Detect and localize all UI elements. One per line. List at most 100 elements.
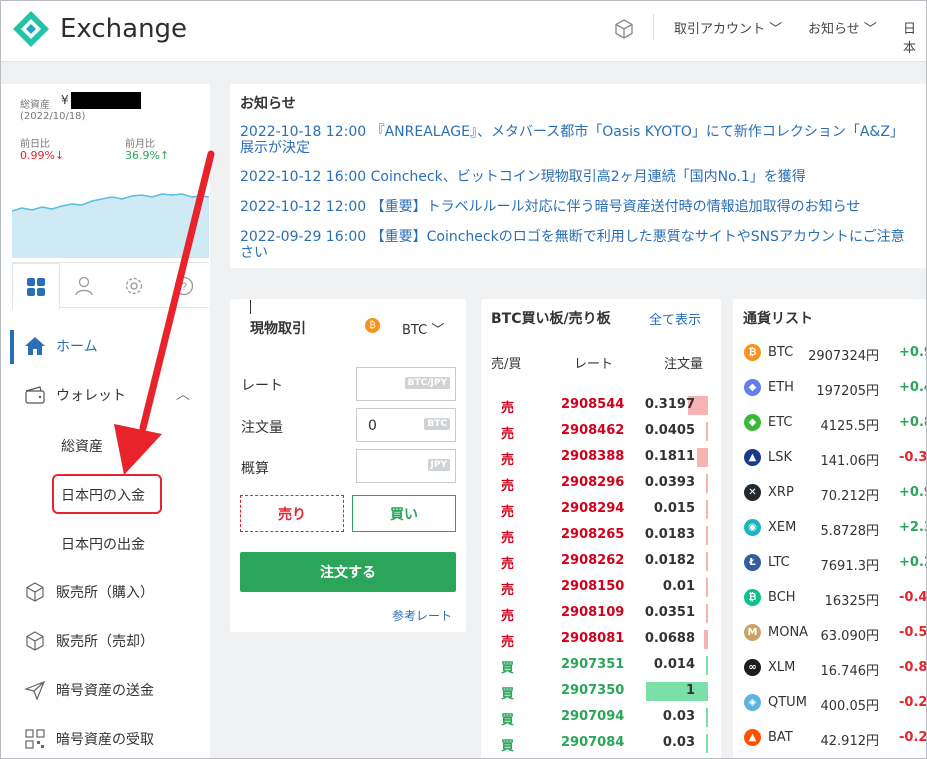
side-label: 買 bbox=[501, 661, 515, 676]
orderbook-row[interactable]: 売 2908265 0.0183 bbox=[481, 525, 721, 547]
coin-price: 42.912円 bbox=[820, 734, 880, 749]
coin-price: 16325円 bbox=[824, 594, 879, 609]
orderbook-row[interactable]: 売 2908262 0.0182 bbox=[481, 551, 721, 573]
rate-value: 2908262 bbox=[561, 553, 625, 568]
coin-price: 400.05円 bbox=[820, 699, 880, 714]
coin-change: +0.87 bbox=[899, 415, 927, 430]
show-all-link[interactable]: 全て表示 bbox=[649, 309, 701, 328]
orderbook-row[interactable]: 買 2907094 0.03 bbox=[481, 707, 721, 729]
coin-price: 197205円 bbox=[816, 384, 879, 399]
coin-row[interactable]: ₿ BCH 16325円 -0.49 bbox=[733, 583, 927, 613]
news-item[interactable]: 2022-09-29 16:00 【重要】Coincheckのロゴを無断で利用し… bbox=[240, 229, 905, 261]
coin-symbol: ETC bbox=[768, 415, 793, 430]
bch-icon: ₿ bbox=[744, 589, 761, 606]
col-qty: 注文量 bbox=[664, 357, 704, 372]
send-icon bbox=[24, 680, 46, 700]
tab-dashboard[interactable] bbox=[12, 263, 60, 310]
coin-symbol: ETH bbox=[768, 380, 794, 395]
coin-row[interactable]: ✕ XRP 70.212円 +0.97 bbox=[733, 478, 927, 508]
depth-bar bbox=[706, 604, 708, 623]
ltc-icon: Ł bbox=[744, 554, 761, 571]
tab-settings[interactable] bbox=[110, 263, 158, 309]
unit-badge: BTC/JPY bbox=[404, 377, 450, 389]
sidebar-item-crypto-receive[interactable]: 暗号資産の受取 bbox=[24, 729, 154, 749]
nav-divider bbox=[653, 14, 654, 40]
coin-list-title: 通貨リスト bbox=[743, 311, 813, 327]
news-item[interactable]: 2022-10-18 12:00 『ANREALAGE』、メタバース都市「Oas… bbox=[240, 124, 904, 156]
news-item[interactable]: 2022-10-12 12:00 【重要】トラベルルール対応に伴う暗号資産送付時… bbox=[240, 199, 860, 215]
sidebar-item-crypto-send[interactable]: 暗号資産の送金 bbox=[24, 680, 154, 700]
orderbook-row[interactable]: 売 2908109 0.0351 bbox=[481, 603, 721, 625]
coincheck-logo-icon[interactable] bbox=[12, 10, 50, 48]
coin-row[interactable]: ◈ QTUM 400.05円 -0.29 bbox=[733, 688, 927, 718]
tab-account[interactable] bbox=[60, 263, 108, 309]
cube-icon[interactable] bbox=[613, 18, 635, 40]
help-icon: ? bbox=[174, 276, 194, 296]
coin-row[interactable]: ₿ BTC 2907324円 +0.98 bbox=[733, 338, 927, 368]
chevron-down-icon: ﹀ bbox=[431, 323, 445, 338]
depth-bar bbox=[706, 422, 708, 441]
sidebar-item-total-assets[interactable]: 総資産 bbox=[61, 436, 103, 456]
chevron-up-icon[interactable]: ︿ bbox=[176, 384, 190, 404]
coin-symbol: BAT bbox=[768, 730, 793, 745]
orderbook-row[interactable]: 買 2907084 0.03 bbox=[481, 733, 721, 755]
orderbook-row[interactable]: 買 2907350 1 bbox=[481, 681, 721, 703]
coin-row[interactable]: ◉ XEM 5.8728円 +2.39 bbox=[733, 513, 927, 543]
orderbook-row[interactable]: 売 2908296 0.0393 bbox=[481, 473, 721, 495]
nav-language[interactable]: 日本 bbox=[903, 18, 927, 56]
reference-rate-link[interactable]: 参考レート bbox=[392, 607, 452, 624]
coin-row[interactable]: ▲ BAT 42.912円 -0.21 bbox=[733, 723, 927, 753]
sidebar-item-home[interactable]: ホーム bbox=[24, 336, 98, 356]
grid-icon bbox=[27, 277, 45, 296]
orderbook-row[interactable]: 買 2907351 0.014 bbox=[481, 655, 721, 677]
coin-row[interactable]: M MONA 63.090円 -0.55 bbox=[733, 618, 927, 648]
orderbook-row[interactable]: 売 2908081 0.0688 bbox=[481, 629, 721, 651]
eth-icon: ◆ bbox=[744, 379, 761, 396]
estimate-input[interactable]: JPY bbox=[356, 449, 456, 483]
buy-button[interactable]: 買い bbox=[352, 495, 456, 532]
qty-value: 1 bbox=[685, 683, 695, 698]
coin-symbol: XRP bbox=[768, 485, 794, 500]
coin-row[interactable]: ◆ ETH 197205円 +0.46 bbox=[733, 373, 927, 403]
rate-value: 2908388 bbox=[561, 449, 625, 464]
unit-badge: JPY bbox=[427, 459, 450, 471]
nav-trading-account[interactable]: 取引アカウント ﹀ bbox=[674, 18, 782, 37]
wallet-icon bbox=[25, 386, 45, 404]
pair-select[interactable]: BTC ﹀ bbox=[402, 319, 444, 338]
sidebar-item-jpy-withdraw[interactable]: 日本円の出金 bbox=[61, 534, 145, 554]
orderbook-row[interactable]: 売 2908544 0.3197 bbox=[481, 395, 721, 417]
place-order-button[interactable]: 注文する bbox=[240, 552, 456, 592]
nav-news[interactable]: お知らせ ﹀ bbox=[808, 18, 877, 37]
side-label: 買 bbox=[501, 739, 515, 754]
coin-change: -0.21 bbox=[899, 730, 927, 745]
coin-symbol: BTC bbox=[768, 345, 794, 360]
qty-value: 0.03 bbox=[662, 709, 695, 724]
depth-bar bbox=[646, 682, 708, 701]
qty-value: 0.0393 bbox=[644, 475, 695, 490]
btc-icon: ₿ bbox=[744, 344, 761, 361]
rate-input[interactable]: BTC/JPY bbox=[356, 367, 456, 401]
side-label: 売 bbox=[501, 609, 515, 624]
trade-title: 現物取引 bbox=[250, 321, 306, 337]
orderbook-row[interactable]: 売 2908388 0.1811 bbox=[481, 447, 721, 469]
coin-row[interactable]: ▲ LSK 141.06円 -0.31 bbox=[733, 443, 927, 473]
sidebar-item-store-buy[interactable]: 販売所（購入） bbox=[24, 582, 154, 602]
active-indicator bbox=[10, 330, 14, 364]
day-change-label: 前日比 bbox=[20, 139, 50, 150]
orderbook-row[interactable]: 売 2908150 0.01 bbox=[481, 577, 721, 599]
coin-row[interactable]: ◆ ETC 4125.5円 +0.87 bbox=[733, 408, 927, 438]
amount-input[interactable]: 0 BTC bbox=[356, 408, 456, 442]
coin-row[interactable]: ∞ XLM 16.746円 -0.88 bbox=[733, 653, 927, 683]
sidebar-item-store-sell[interactable]: 販売所（売却） bbox=[24, 631, 154, 651]
cube-icon bbox=[26, 582, 44, 602]
assets-value-redacted bbox=[71, 92, 141, 109]
bat-icon: ▲ bbox=[744, 729, 761, 746]
sidebar-item-wallet[interactable]: ウォレット bbox=[24, 385, 126, 405]
orderbook-row[interactable]: 売 2908294 0.015 bbox=[481, 499, 721, 521]
coin-row[interactable]: Ł LTC 7691.3円 +0.27 bbox=[733, 548, 927, 578]
qty-value: 0.014 bbox=[653, 657, 695, 672]
tab-help[interactable]: ? bbox=[160, 263, 208, 309]
sell-button[interactable]: 売り bbox=[240, 495, 344, 532]
orderbook-row[interactable]: 売 2908462 0.0405 bbox=[481, 421, 721, 443]
news-item[interactable]: 2022-10-12 16:00 Coincheck、ビットコイン現物取引高2ヶ… bbox=[240, 169, 806, 185]
